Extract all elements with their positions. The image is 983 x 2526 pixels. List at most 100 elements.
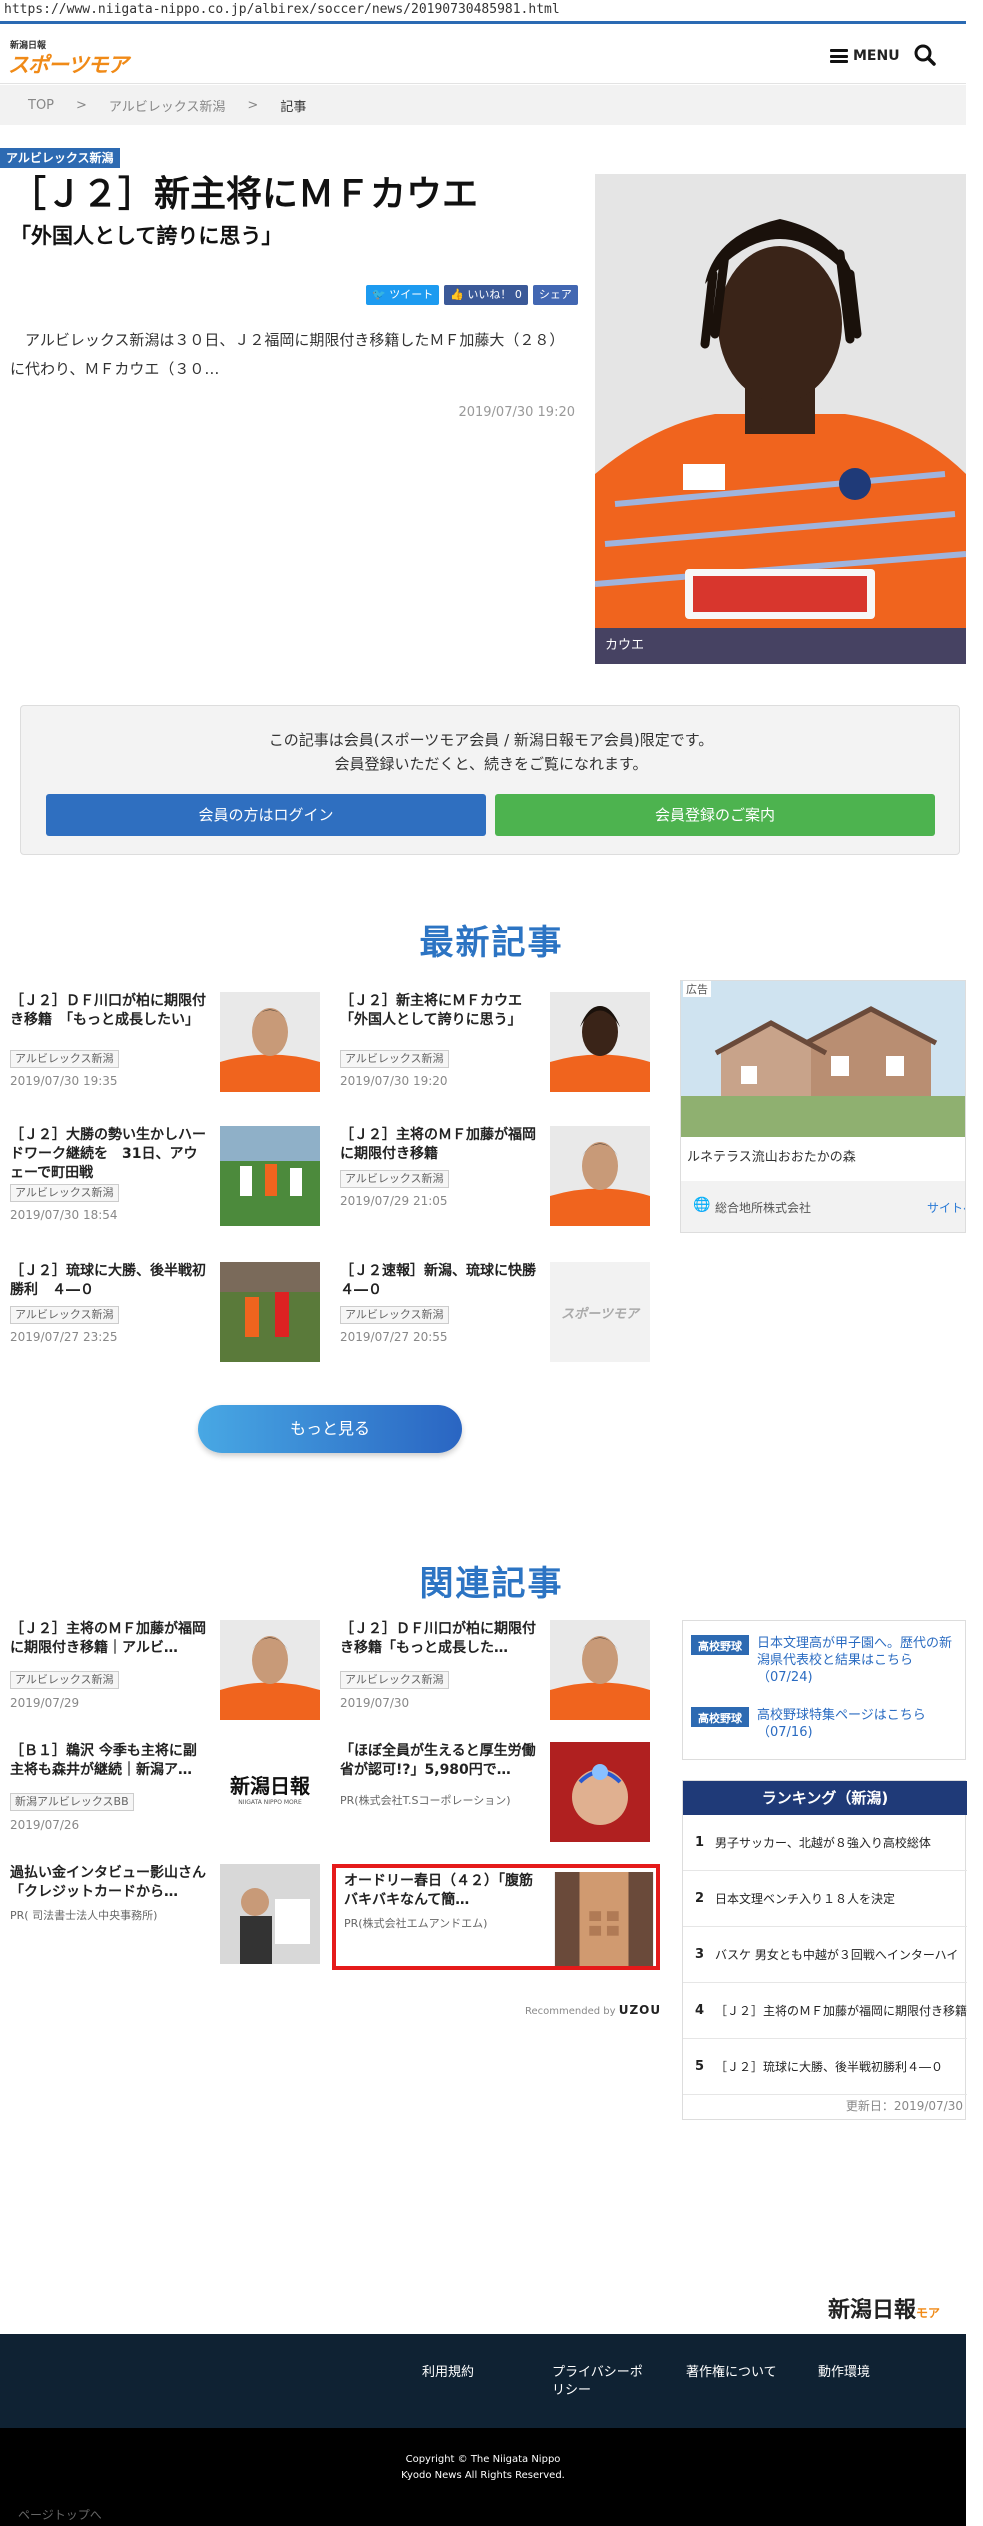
register-button[interactable]: 会員登録のご案内 [495,794,935,836]
related-card[interactable]: ［Ｊ２］ＤＦ川口が柏に期限付き移籍「もっと成長した… アルビレックス新潟 201… [330,1620,660,1730]
article-lead: アルビレックス新潟は３０日、Ｊ２福岡に期限付き移籍したＭＦ加藤大（２８）に代わり… [10,331,565,378]
tweet-label: ツイート [389,288,434,301]
footer-link-environment[interactable]: 動作環境 [818,2364,918,2382]
rank-text: 日本文理ベンチ入り１８人を決定 [715,1891,896,1906]
card-thumbnail [550,1742,650,1842]
card-thumbnail [220,992,320,1092]
category-tag[interactable]: アルビレックス新潟 [0,148,120,168]
ranking-box: ランキング（新潟) 1 男子サッカー、北越が８強入り高校総体 2 日本文理ベンチ入り… [682,1780,967,2120]
card-tag: アルビレックス新潟 [10,1184,119,1202]
card-tag: アルビレックス新潟 [10,1671,119,1689]
menu-button[interactable]: MENU [830,44,900,68]
card-tag: アルビレックス新潟 [340,1671,449,1689]
card-date: 2019/07/30 19:35 [10,1074,118,1088]
player-photo[interactable] [595,174,966,664]
ad-title: ルネテラス流山おおたかの森 [687,1150,856,1165]
address-bar[interactable]: https://www.niigata-nippo.co.jp/albirex/… [0,0,983,22]
highlight-box [332,1864,660,1970]
card-tag: アルビレックス新潟 [340,1306,449,1324]
latest-card[interactable]: ［Ｊ２］ＤＦ川口が柏に期限付き移籍 「もっと成長したい」 アルビレックス新潟 2… [0,992,330,1102]
article-title: ［Ｊ２］新主将にＭＦカウエ [10,174,479,215]
page-top-link[interactable]: ページトップへ [18,2506,102,2523]
ad-label: 広告 [683,981,711,997]
card-thumbnail [550,1126,650,1226]
niigata-logo: 新潟日報 [230,1774,310,1798]
like-button[interactable]: 👍 いいね！ 0 [444,285,528,305]
tweet-button[interactable]: 🐦 ツイート [366,285,440,305]
member-only-message: この記事は会員(スポーツモア会員 / 新潟日報モア会員)限定です。 会員登録いた… [21,728,961,776]
card-tag: アルビレックス新潟 [340,1170,449,1188]
breadcrumb-albirex[interactable]: アルビレックス新潟 [109,96,225,115]
card-title: ［Ｊ２］琉球に大勝、後半戦初勝利 ４―０ [10,1263,206,1298]
card-date: 2019/07/27 20:55 [340,1330,448,1344]
latest-card[interactable]: ［Ｊ２］主将のＭＦ加藤が福岡に期限付き移籍 アルビレックス新潟 2019/07/… [330,1126,660,1236]
photo-caption: カウエ [595,628,966,664]
card-date: 2019/07/26 [10,1818,80,1832]
card-date: 2019/07/29 [10,1696,80,1710]
latest-card[interactable]: ［Ｊ２］新主将にＭＦカウエ 「外国人として誇りに思う」 アルビレックス新潟 20… [330,992,660,1102]
ad-footer: 🌐 総合地所株式会社 サイトへ [681,1181,965,1232]
site-logo[interactable]: 新潟日報 スポーツモア [8,38,129,77]
card-thumbnail [550,992,650,1092]
rank-text: 男子サッカー、北越が８強入り高校総体 [715,1835,931,1850]
ranking-item[interactable]: 4 ［Ｊ２］主将のＭＦ加藤が福岡に期限付き移籍 [683,1983,967,2039]
card-date: 2019/07/30 19:20 [340,1074,448,1088]
hamburger-icon [830,49,848,63]
card-tag: アルビレックス新潟 [10,1050,119,1068]
ranking-item[interactable]: 5 ［Ｊ２］琉球に大勝、後半戦初勝利４―０ [683,2039,967,2095]
card-tag: アルビレックス新潟 [340,1050,449,1068]
card-title: ［Ｊ２］ＤＦ川口が柏に期限付き移籍 「もっと成長したい」 [10,993,206,1028]
related-card[interactable]: ［Ｂ１］鵜沢 今季も主将に副主将も森井が継続｜新潟ア… 新潟アルビレックスBB … [0,1742,330,1852]
latest-card[interactable]: ［Ｊ２速報］新潟、琉球に快勝 ４―０ アルビレックス新潟 2019/07/27 … [330,1262,660,1372]
card-date: 2019/07/30 18:54 [10,1208,118,1222]
ranking-updated: 更新日：2019/07/30 [845,2099,963,2113]
card-pr-tag: PR( 司法書士法人中央事務所) [10,1909,158,1922]
card-pr-tag: PR(株式会社T.Sコーポレーション) [340,1794,511,1807]
rank-number: 3 [695,1946,705,1962]
rank-text: ［Ｊ２］琉球に大勝、後半戦初勝利４―０ [715,2059,944,2074]
latest-card[interactable]: ［Ｊ２］大勝の勢い生かしハードワーク継続を 31日、アウェーで町田戦 アルビレッ… [0,1126,330,1236]
highschool-link[interactable]: 高校野球 高校野球特集ページはこちら（07/16) [691,1707,961,1741]
footer-link-copyright[interactable]: 著作権について [686,2364,786,2382]
login-button[interactable]: 会員の方はログイン [46,794,486,836]
placeholder-logo: スポーツモア [561,1306,639,1322]
highschool-box: 高校野球 日本文理高が甲子園へ。歴代の新潟県代表校と結果はこちら（07/24) … [682,1620,966,1760]
highschool-link[interactable]: 高校野球 日本文理高が甲子園へ。歴代の新潟県代表校と結果はこちら（07/24) [691,1635,961,1686]
related-card[interactable]: 「ほぼ全員が生えると厚生労働省が認可!?」5,980円で… PR(株式会社T.S… [330,1742,660,1852]
breadcrumb-separator: > [76,97,87,113]
footer-link-terms[interactable]: 利用規約 [422,2364,522,2382]
thumbs-up-icon: 👍 [450,288,464,301]
rank-number: 4 [695,2002,705,2018]
recommended-by[interactable]: Recommended by UZOU [525,2003,661,2017]
breadcrumb-top[interactable]: TOP [28,98,54,113]
advertisement[interactable]: 広告 ルネテラス流山おおたかの森 🌐 総合地所株式会社 サイトへ [680,980,966,1233]
site-header: 新潟日報 スポーツモア MENU [0,24,966,84]
member-only-line2: 会員登録いただくと、続きをご覧になれます。 [334,755,648,773]
logo-main-text: スポーツモア [8,53,129,77]
ad-company: 総合地所株式会社 [715,1201,812,1215]
card-thumbnail [220,1620,320,1720]
card-title: ［Ｊ２］主将のＭＦ加藤が福岡に期限付き移籍｜アルビ… [10,1621,206,1656]
related-card[interactable]: 過払い金インタビュー影山さん「クレジットカードから… PR( 司法書士法人中央事… [0,1864,330,1974]
ranking-item[interactable]: 1 男子サッカー、北越が８強入り高校総体 [683,1815,967,1871]
card-tag: 新潟アルビレックスBB [10,1793,134,1811]
rank-text: バスケ 男女とも中越が３回戦へインターハイ [715,1947,959,1962]
article-subtitle: 「外国人として誇りに思う」 [10,224,283,248]
ad-site-link[interactable]: サイトへ [927,1199,965,1216]
rank-number: 2 [695,1890,705,1906]
niigata-logo-sub: NIIGATA NIPPO MORE [238,1799,302,1806]
share-button[interactable]: シェア [532,285,578,305]
more-button[interactable]: もっと見る [198,1405,462,1453]
card-title: 「ほぼ全員が生えると厚生労働省が認可!?」5,980円で… [340,1743,536,1778]
card-title: ［Ｊ２速報］新潟、琉球に快勝 ４―０ [340,1263,540,1298]
card-thumbnail [220,1126,320,1226]
search-icon[interactable] [912,42,938,68]
ranking-item[interactable]: 2 日本文理ベンチ入り１８人を決定 [683,1871,967,1927]
footer-link-privacy[interactable]: プライバシーポリシー [552,2364,652,2400]
card-thumbnail [220,1864,320,1964]
ranking-item[interactable]: 3 バスケ 男女とも中越が３回戦へインターハイ [683,1927,967,1983]
latest-card[interactable]: ［Ｊ２］琉球に大勝、後半戦初勝利 ４―０ アルビレックス新潟 2019/07/2… [0,1262,330,1372]
related-card[interactable]: ［Ｊ２］主将のＭＦ加藤が福岡に期限付き移籍｜アルビ… アルビレックス新潟 201… [0,1620,330,1730]
footer-logo[interactable]: 新潟日報モア [828,2292,940,2324]
highschool-tag: 高校野球 [691,1707,749,1727]
